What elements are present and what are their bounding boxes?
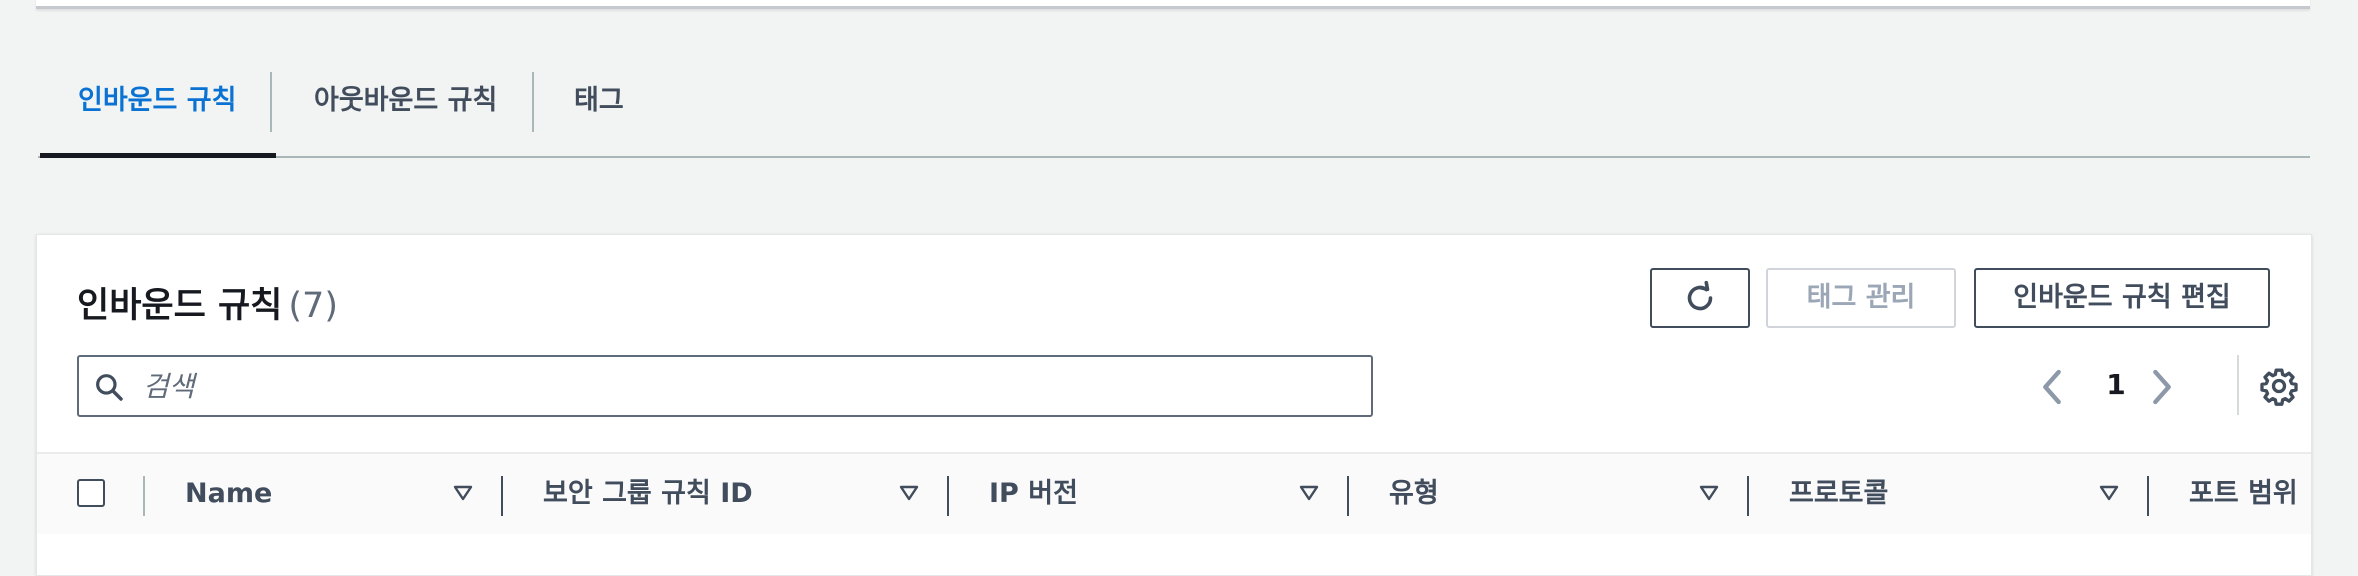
- rule-count: (7): [288, 286, 338, 326]
- sort-caret-icon[interactable]: [1699, 484, 1719, 502]
- chevron-left-icon[interactable]: [2037, 367, 2067, 407]
- inbound-rules-panel: 인바운드 규칙(7) 태그 관리 인바운드 규칙 편집 1 Name 보안 그룹…: [36, 234, 2312, 576]
- tab-outbound-rules[interactable]: 아웃바운드 규칙: [314, 70, 497, 156]
- column-header-rule-id[interactable]: 보안 그룹 규칙 ID: [543, 454, 753, 534]
- chevron-right-icon[interactable]: [2147, 367, 2177, 407]
- details-panel-bottom: [36, 0, 2310, 9]
- select-all-checkbox[interactable]: [77, 479, 105, 507]
- column-resizer[interactable]: [1747, 476, 1749, 516]
- manage-tags-button[interactable]: 태그 관리: [1766, 268, 1956, 328]
- panel-title-text: 인바운드 규칙: [77, 286, 283, 326]
- column-header-protocol[interactable]: 프로토콜: [1789, 454, 1888, 534]
- pagination-divider: [2237, 355, 2239, 415]
- tab-divider: [532, 72, 534, 132]
- sort-caret-icon[interactable]: [1299, 484, 1319, 502]
- tab-divider: [270, 72, 272, 132]
- search-input[interactable]: [143, 357, 1343, 415]
- sort-caret-icon[interactable]: [899, 484, 919, 502]
- column-resizer[interactable]: [1347, 476, 1349, 516]
- column-header-port-range[interactable]: 포트 범위: [2189, 454, 2298, 534]
- gear-icon[interactable]: [2259, 366, 2299, 406]
- column-header-type[interactable]: 유형: [1389, 454, 1439, 534]
- tab-inbound-rules[interactable]: 인바운드 규칙: [39, 70, 278, 158]
- column-resizer[interactable]: [2147, 476, 2149, 516]
- column-resizer[interactable]: [501, 476, 503, 516]
- column-header-name[interactable]: Name: [185, 454, 272, 534]
- table-header: Name 보안 그룹 규칙 ID IP 버전 유형 프로토콜 포트 범위: [37, 452, 2311, 534]
- sort-caret-icon[interactable]: [453, 484, 473, 502]
- edit-inbound-rules-button[interactable]: 인바운드 규칙 편집: [1974, 268, 2270, 328]
- refresh-icon: [1687, 280, 1713, 311]
- tab-list: 인바운드 규칙 아웃바운드 규칙 태그: [38, 70, 2310, 158]
- tab-tags[interactable]: 태그: [574, 70, 624, 156]
- search-box: [77, 355, 1373, 417]
- sort-caret-icon[interactable]: [2099, 484, 2119, 502]
- search-icon: [96, 374, 123, 401]
- current-page-number[interactable]: 1: [2099, 365, 2133, 405]
- column-separator: [143, 476, 145, 516]
- column-resizer[interactable]: [947, 476, 949, 516]
- panel-title: 인바운드 규칙 (7): [77, 277, 338, 328]
- column-header-ip-version[interactable]: IP 버전: [989, 454, 1078, 534]
- refresh-button[interactable]: [1650, 268, 1750, 328]
